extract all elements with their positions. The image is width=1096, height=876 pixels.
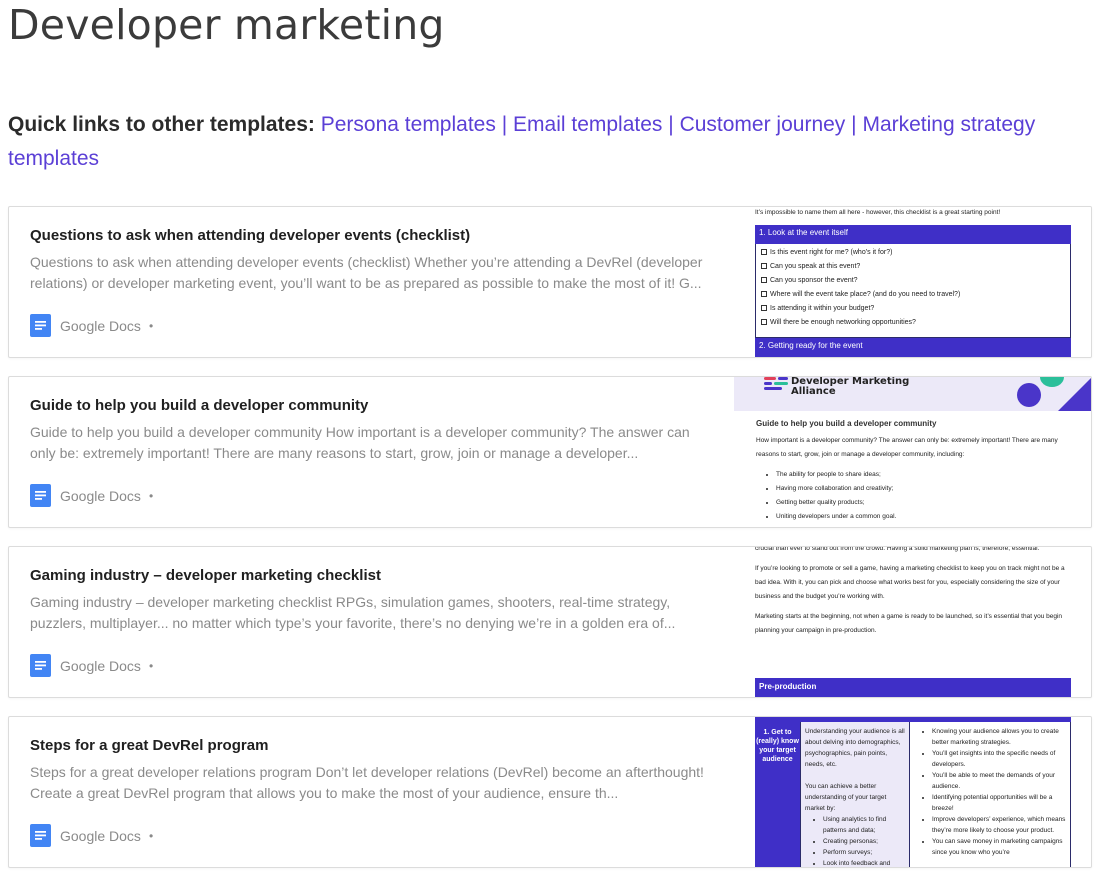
source-label: Google Docs [60, 827, 141, 844]
thumb-section-heading: 1. Look at the event itself [755, 225, 1071, 244]
thumb-header: Developer Marketing Alliance [734, 377, 1091, 411]
thumb-body: Guide to help you build a developer comm… [756, 419, 1066, 524]
google-docs-icon [30, 824, 51, 847]
card-description: Guide to help you build a developer comm… [30, 424, 690, 461]
thumb-checklist-item: Where will the event take place? (and do… [756, 288, 1070, 302]
thumb-list-item: Look into feedback and [823, 858, 905, 867]
link-email-templates[interactable]: Email templates [513, 113, 662, 136]
thumb-heading: Guide to help you build a developer comm… [756, 419, 937, 428]
thumb-list-item: You can save money in marketing campaign… [932, 836, 1066, 858]
thumb-checklist-item: Can you sponsor the event? [756, 274, 1070, 288]
source-dot: • [148, 828, 154, 843]
thumb-section-heading: Pre-production [755, 678, 1071, 697]
card-title[interactable]: Gaming industry – developer marketing ch… [30, 567, 381, 584]
google-docs-icon [30, 654, 51, 677]
source-label: Google Docs [60, 657, 141, 674]
template-card-gaming-checklist[interactable]: Gaming industry – developer marketing ch… [8, 546, 1092, 698]
card-source: Google Docs • [30, 654, 153, 677]
card-title[interactable]: Questions to ask when attending develope… [30, 227, 470, 244]
link-persona-templates[interactable]: Persona templates [321, 113, 496, 136]
link-customer-journey[interactable]: Customer journey [680, 113, 846, 136]
logo-line: Alliance [791, 386, 836, 397]
decorative-purple-circle [1017, 383, 1041, 407]
thumb-step-label: 1. Get to (really) know your target audi… [755, 722, 800, 867]
thumb-paragraph: crucial than ever to stand out from the … [755, 547, 1040, 552]
link-separator: | [501, 113, 508, 136]
page-title: Developer marketing [8, 1, 445, 49]
card-title[interactable]: Steps for a great DevRel program [30, 737, 268, 754]
thumb-list-item: Uniting developers under a common goal. [776, 510, 1066, 524]
thumb-list-item: Having more collaboration and creativity… [776, 482, 1066, 496]
dma-logo-text: Developer Marketing Alliance [791, 377, 909, 397]
thumb-list-item: Knowing your audience allows you to crea… [932, 726, 1066, 748]
link-separator: | [668, 113, 674, 136]
card-title[interactable]: Guide to help you build a developer comm… [30, 397, 368, 414]
thumb-paragraph: Understanding your audience is all about… [805, 728, 905, 768]
thumb-list-item: Perform surveys; [823, 847, 905, 858]
thumb-checklist-item: Is this event right for me? (who’s it fo… [756, 246, 1070, 260]
thumb-list-item: Using analytics to find patterns and dat… [823, 814, 905, 836]
thumb-paragraph: If you’re looking to promote or sell a g… [755, 565, 1065, 600]
card-source: Google Docs • [30, 314, 153, 337]
thumb-list-item: The ability for people to share ideas; [776, 468, 1066, 482]
thumb-checklist-item: Is attending it within your budget? [756, 302, 1070, 316]
source-dot: • [148, 488, 154, 503]
google-docs-icon [30, 314, 51, 337]
card-source: Google Docs • [30, 824, 153, 847]
card-thumbnail[interactable]: crucial than ever to stand out from the … [733, 547, 1091, 697]
thumb-list-item: Getting better quality products; [776, 496, 1066, 510]
decorative-triangle [1058, 378, 1091, 411]
thumb-list-item: Identifying potential opportunities will… [932, 792, 1066, 814]
card-description: Questions to ask when attending develope… [30, 254, 703, 291]
source-label: Google Docs [60, 487, 141, 504]
thumb-list-item: Creating personas; [823, 836, 905, 847]
thumb-paragraph: You can achieve a better understanding o… [805, 783, 887, 812]
thumb-description-column: Understanding your audience is all about… [800, 722, 910, 867]
card-source: Google Docs • [30, 484, 153, 507]
source-label: Google Docs [60, 317, 141, 334]
card-description: Gaming industry – developer marketing ch… [30, 594, 676, 631]
thumb-section-heading: 2. Getting ready for the event [755, 338, 1071, 357]
template-card-developer-community[interactable]: Guide to help you build a developer comm… [8, 376, 1092, 528]
thumb-intro: It’s impossible to name them all here - … [755, 209, 1001, 216]
source-dot: • [148, 658, 154, 673]
google-docs-icon [30, 484, 51, 507]
card-thumbnail[interactable]: Developer Marketing Alliance Guide to he… [734, 377, 1091, 527]
quick-links: Quick links to other templates: Persona … [8, 108, 1068, 176]
thumb-paragraph: Marketing starts at the beginning, not w… [755, 613, 1063, 634]
template-card-devrel-program[interactable]: Steps for a great DevRel program Steps f… [8, 716, 1092, 868]
thumb-list-item: You’ll get insights into the specific ne… [932, 748, 1066, 770]
template-card-events-checklist[interactable]: Questions to ask when attending develope… [8, 206, 1092, 358]
card-description: Steps for a great developer relations pr… [30, 764, 704, 801]
source-dot: • [148, 318, 154, 333]
thumb-list-item: You’ll be able to meet the demands of yo… [932, 770, 1066, 792]
link-separator: | [851, 113, 857, 136]
thumb-checklist-item: Will there be enough networking opportun… [756, 316, 1070, 330]
quick-links-label: Quick links to other templates: [8, 113, 315, 136]
thumb-benefits-column: Knowing your audience allows you to crea… [910, 722, 1071, 867]
thumb-checklist-item: Can you speak at this event? [756, 260, 1070, 274]
thumb-list-item: Improve developers’ experience, which me… [932, 814, 1066, 836]
thumb-paragraph: How important is a developer community? … [756, 437, 1058, 458]
card-thumbnail[interactable]: 1. Get to (really) know your target audi… [733, 717, 1091, 867]
card-thumbnail[interactable]: It’s impossible to name them all here - … [733, 207, 1091, 357]
dma-logo-icon [764, 377, 788, 390]
